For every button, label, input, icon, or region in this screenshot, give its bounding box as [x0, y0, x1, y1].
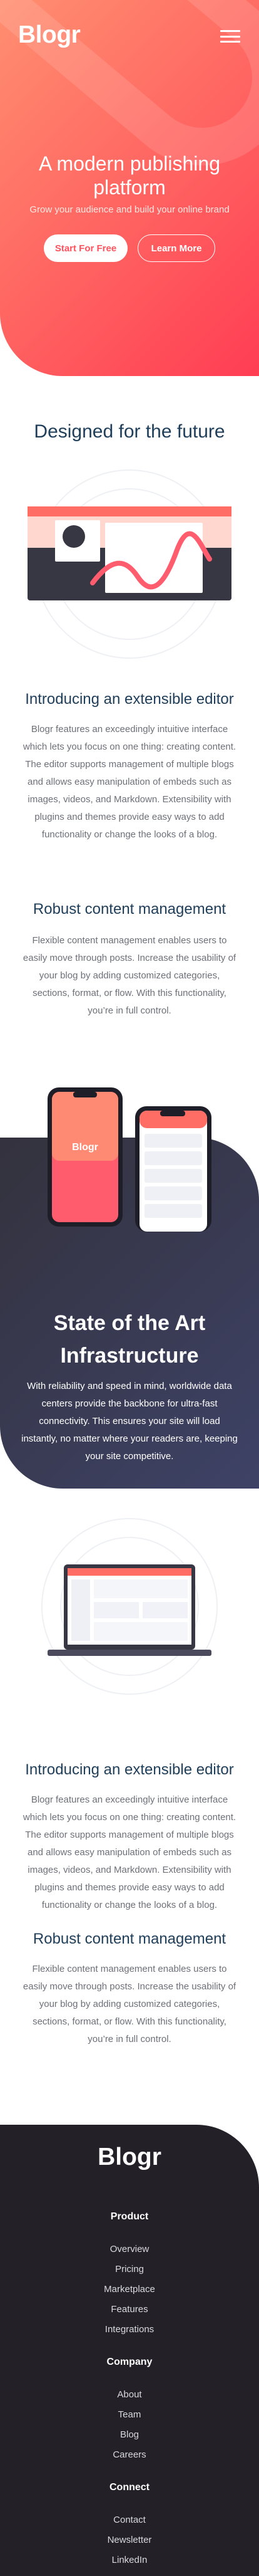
hero-title: A modern publishing platform [39, 152, 220, 199]
footer [0, 2125, 259, 2576]
footer-heading-product: Product [110, 2211, 149, 2222]
hero-button-group: Start For Free Learn More [0, 234, 259, 262]
footer-link-newsletter[interactable]: Newsletter [0, 2535, 259, 2545]
editor-illustration [28, 469, 231, 659]
laptop-feature-text-editor: Blogr features an exceedingly intuitive … [23, 1794, 236, 1910]
footer-link-features[interactable]: Features [0, 2304, 259, 2315]
infrastructure-title: State of the Art Infrastructure [53, 1311, 206, 1368]
laptop-feature-title-editor: Introducing an extensible editor [25, 1761, 234, 1778]
landing-page: Blogr A modern publishing platform Grow … [0, 0, 259, 2576]
hamburger-menu-icon[interactable] [220, 30, 240, 43]
laptop-illustration [41, 1518, 218, 1695]
header-logo[interactable]: Blogr [18, 21, 81, 49]
footer-link-contact[interactable]: Contact [0, 2515, 259, 2525]
feature-title-content-management: Robust content management [33, 901, 226, 918]
footer-link-integrations[interactable]: Integrations [0, 2324, 259, 2335]
design-section-title: Designed for the future [34, 421, 225, 442]
phone-logo: Blogr [72, 1142, 98, 1153]
laptop-feature-text-content-management: Flexible content management enables user… [23, 1964, 236, 2045]
footer-link-about[interactable]: About [0, 2389, 259, 2400]
learn-more-button[interactable]: Learn More [138, 234, 215, 262]
laptop-feature-title-content-management: Robust content management [33, 1930, 226, 1947]
hero-subtitle: Grow your audience and build your online… [29, 204, 230, 215]
infrastructure-text: With reliability and speed in mind, worl… [21, 1381, 238, 1462]
feature-text-editor: Blogr features an exceedingly intuitive … [23, 724, 236, 840]
footer-heading-connect: Connect [109, 2482, 150, 2493]
phones-illustration: Blogr [48, 1087, 211, 1232]
footer-link-careers[interactable]: Careers [0, 2449, 259, 2460]
footer-link-marketplace[interactable]: Marketplace [0, 2284, 259, 2295]
start-for-free-button[interactable]: Start For Free [44, 234, 128, 262]
feature-text-content-management: Flexible content management enables user… [23, 935, 236, 1016]
footer-link-overview[interactable]: Overview [0, 2244, 259, 2254]
footer-logo[interactable]: Blogr [0, 2144, 259, 2171]
footer-heading-company: Company [106, 2357, 153, 2367]
footer-link-pricing[interactable]: Pricing [0, 2264, 259, 2275]
hero-section: Blogr A modern publishing platform Grow … [0, 0, 259, 376]
footer-link-team[interactable]: Team [0, 2409, 259, 2420]
footer-link-blog[interactable]: Blog [0, 2429, 259, 2440]
footer-link-linkedin[interactable]: LinkedIn [0, 2555, 259, 2565]
feature-title-editor: Introducing an extensible editor [25, 691, 234, 708]
